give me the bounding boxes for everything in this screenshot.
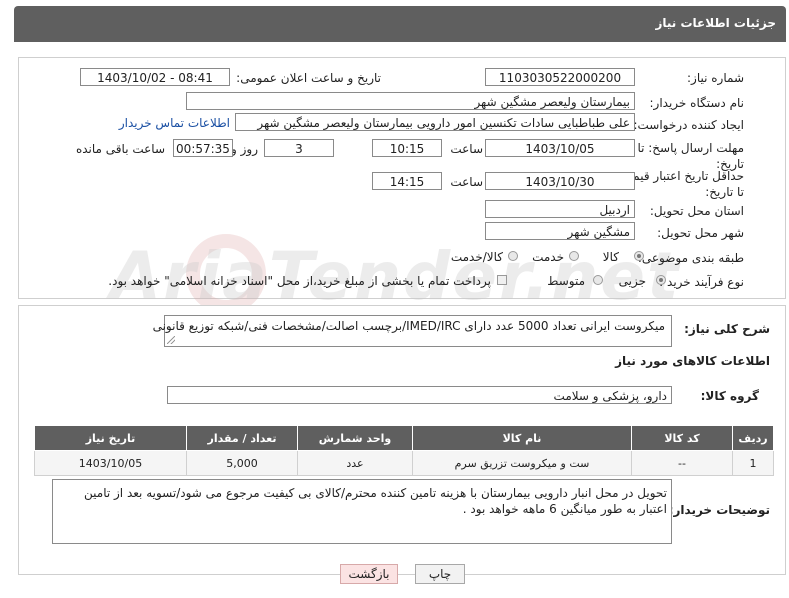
col-need-date: تاریخ نیاز [34, 425, 187, 451]
category-service-radio[interactable] [569, 251, 579, 261]
category-label: طبقه بندی موضوعی: [637, 251, 744, 265]
resize-handle-icon[interactable] [167, 336, 175, 344]
col-unit: واحد شمارش [297, 425, 413, 451]
category-both-radio[interactable] [508, 251, 518, 261]
cell-goods-name: ست و میکروست تزریق سرم [412, 450, 632, 476]
days-label: روز و [231, 142, 258, 156]
announce-field[interactable]: 1403/10/02 - 08:41 [80, 68, 230, 86]
purchase-medium-label: متوسط [547, 274, 585, 288]
buyer-org-label: نام دستگاه خریدار: [649, 96, 745, 110]
treasury-payment-checkbox[interactable] [497, 275, 507, 285]
city-field[interactable]: مشگین شهر [485, 222, 635, 240]
col-goods-code: کد کالا [631, 425, 733, 451]
purchase-minor-radio[interactable] [656, 275, 666, 285]
need-number-label: شماره نیاز: [687, 71, 744, 85]
need-number-field[interactable]: 1103030522000200 [485, 68, 635, 86]
province-field[interactable]: اردبیل [485, 200, 635, 218]
deadline-time-field[interactable]: 10:15 [372, 139, 442, 157]
category-service-label: خدمت [532, 250, 564, 264]
validity-date-field[interactable]: 1403/10/30 [485, 172, 635, 190]
cell-need-date: 1403/10/05 [34, 450, 187, 476]
remaining-label: ساعت باقی مانده [75, 142, 165, 156]
requester-label: ایجاد کننده درخواست: [633, 118, 744, 132]
days-count-field[interactable]: 3 [264, 139, 334, 157]
buyer-org-field[interactable]: بیمارستان ولیعصر مشگین شهر [186, 92, 635, 110]
cell-row-number: 1 [732, 450, 774, 476]
col-quantity: تعداد / مقدار [186, 425, 298, 451]
deadline-time-label: ساعت [450, 142, 483, 156]
page-header: جزئیات اطلاعات نیاز [14, 6, 786, 42]
validity-time-label: ساعت [450, 175, 483, 189]
table-header-row: ردیف کد کالا نام کالا واحد شمارش تعداد /… [34, 425, 774, 451]
validity-time-field[interactable]: 14:15 [372, 172, 442, 190]
buyer-contact-link[interactable]: اطلاعات تماس خریدار [119, 116, 230, 130]
goods-group-label: گروه کالا: [700, 389, 759, 403]
purchase-label: نوع فرآیند خرید : [659, 275, 744, 289]
announce-label: تاریخ و ساعت اعلان عمومی: [236, 71, 381, 85]
city-label: شهر محل تحویل: [657, 226, 744, 240]
category-both-label: کالا/خدمت [450, 250, 503, 264]
remaining-time-field[interactable]: 00:57:35 [173, 139, 233, 157]
cell-goods-code: -- [631, 450, 733, 476]
page-title: جزئیات اطلاعات نیاز [655, 16, 776, 30]
requester-field[interactable]: علی طباطبایی سادات تکنسین امور دارویی بی… [235, 113, 635, 131]
description-text: میکروست ایرانی تعداد 5000 عدد دارای IMED… [152, 319, 665, 333]
cell-unit: عدد [297, 450, 413, 476]
buyer-notes-box[interactable]: تحویل در محل انبار دارویی بیمارستان با ه… [52, 479, 672, 544]
back-button[interactable]: بازگشت [340, 564, 398, 584]
col-goods-name: نام کالا [412, 425, 632, 451]
goods-section-title: اطلاعات کالاهای مورد نیاز [615, 354, 770, 368]
purchase-minor-label: جزیی [618, 274, 646, 288]
table-row[interactable]: 1 -- ست و میکروست تزریق سرم عدد 5,000 14… [34, 450, 774, 476]
col-row-number: ردیف [732, 425, 774, 451]
description-box[interactable]: میکروست ایرانی تعداد 5000 عدد دارای IMED… [153, 315, 672, 347]
goods-group-field[interactable]: دارو، پزشکی و سلامت [167, 386, 672, 404]
print-button[interactable]: چاپ [415, 564, 465, 584]
treasury-payment-note: پرداخت تمام یا بخشی از مبلغ خرید،از محل … [108, 274, 491, 288]
category-goods-radio[interactable] [634, 251, 644, 261]
category-goods-label: کالا [602, 250, 619, 264]
description-label: شرح کلی نیاز: [684, 322, 770, 336]
purchase-medium-radio[interactable] [593, 275, 603, 285]
buyer-notes-text: تحویل در محل انبار دارویی بیمارستان با ه… [84, 486, 667, 516]
goods-table: ردیف کد کالا نام کالا واحد شمارش تعداد /… [34, 425, 774, 476]
cell-quantity: 5,000 [186, 450, 298, 476]
deadline-date-field[interactable]: 1403/10/05 [485, 139, 635, 157]
province-label: استان محل تحویل: [649, 204, 744, 218]
buyer-notes-label: توضیحات خریدار: [668, 503, 770, 517]
